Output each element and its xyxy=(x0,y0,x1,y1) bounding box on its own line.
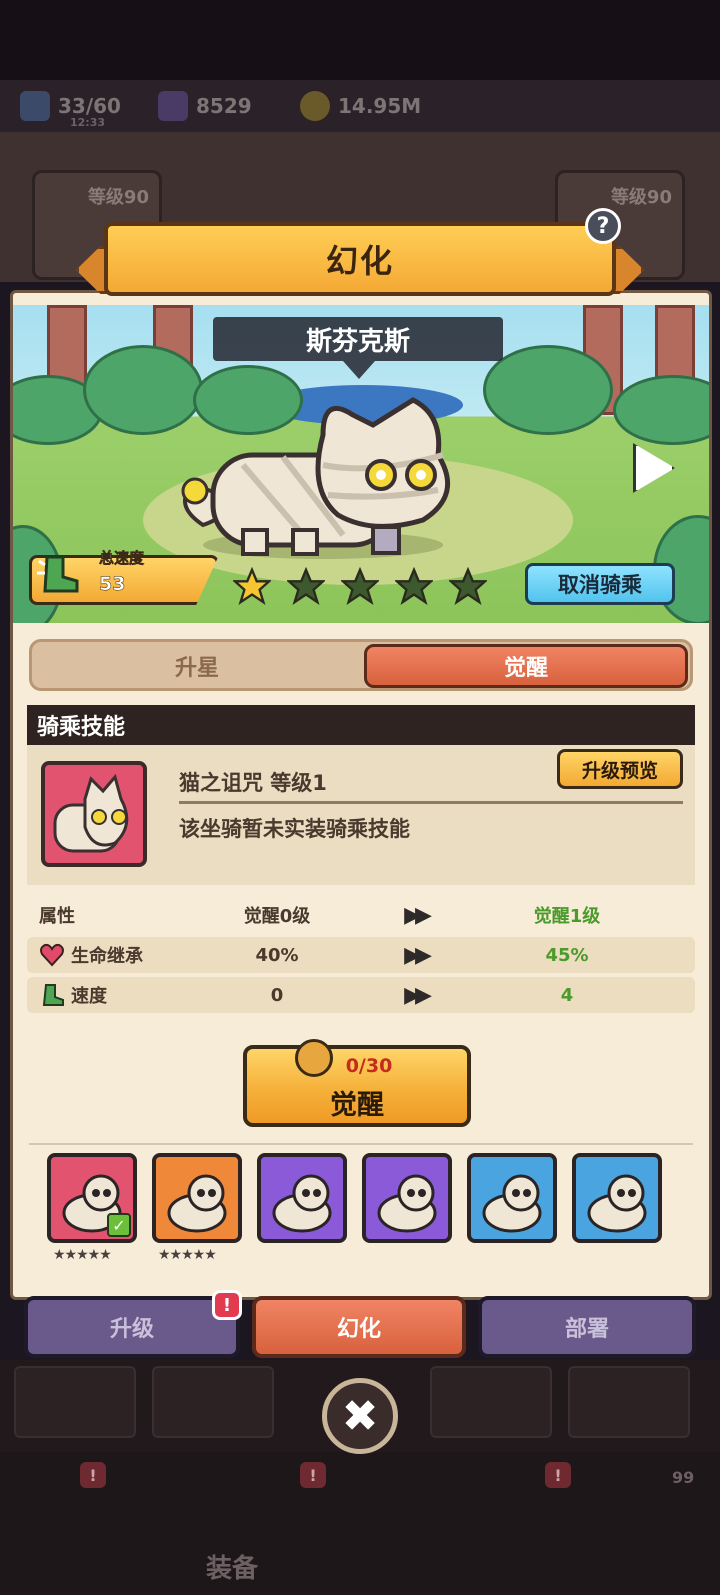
skill-name: 猫之诅咒 等级1 xyxy=(179,771,327,795)
attr-col-next: 觉醒1级 xyxy=(533,906,601,927)
divider xyxy=(179,801,683,804)
nav-badge: ! xyxy=(300,1462,326,1488)
name-tag-pointer xyxy=(343,361,375,379)
mount-slot-pelican[interactable] xyxy=(257,1153,347,1243)
nav-badge: ! xyxy=(80,1462,106,1488)
attr-name: 速度 xyxy=(71,986,107,1007)
background-slot xyxy=(14,1366,136,1438)
mount-preview-scene: 斯芬克斯 总速度 53 取消骑乘 xyxy=(13,305,709,623)
awaken-cost: 0/30 xyxy=(345,1055,393,1077)
title-plate: 幻化 xyxy=(104,222,616,296)
attr-name-cell: 速度 xyxy=(39,982,107,1008)
star-empty-icon xyxy=(287,567,325,605)
resource-bar: 33/60 12:33 8529 14.95M xyxy=(0,80,720,132)
next-mount-arrow-icon[interactable] xyxy=(633,443,675,493)
star-empty-icon xyxy=(395,567,433,605)
coin-value: 14.95M xyxy=(338,94,422,118)
nav-equipment-label: 装备 xyxy=(206,1554,259,1584)
background-slot xyxy=(568,1366,690,1438)
star-filled-icon xyxy=(233,567,271,605)
card-level: 等级90 xyxy=(610,187,672,208)
awaken-label: 觉醒 xyxy=(330,1090,384,1121)
gem-icon xyxy=(158,91,188,121)
help-button[interactable]: ? xyxy=(585,208,621,244)
double-arrow-icon: ▶▶ xyxy=(404,982,432,1008)
skill-description: 该坐骑暂未实装骑乘技能 xyxy=(179,817,410,841)
energy-counter: 33/60 12:33 xyxy=(20,90,121,129)
total-speed-value: 53 xyxy=(99,573,126,596)
star-empty-icon xyxy=(341,567,379,605)
mount-star-rating: ★★★★★ xyxy=(53,1247,112,1263)
selected-check-icon: ✓ xyxy=(107,1213,131,1237)
tab-star-up[interactable]: 升星 xyxy=(38,646,356,686)
tab-upgrade[interactable]: 升级 xyxy=(24,1296,240,1358)
bush xyxy=(613,375,709,445)
awaken-button[interactable]: 0/30 觉醒 xyxy=(243,1039,471,1127)
attribute-row: 生命继承 40% ▶▶ 45% xyxy=(27,937,695,973)
title-banner: 幻化 xyxy=(76,222,644,302)
pink-axolotl-icon xyxy=(482,1174,542,1233)
attribute-header-row: 属性 觉醒0级 ▶▶ 觉醒1级 xyxy=(27,897,695,933)
gem-counter: 8529 xyxy=(158,90,252,122)
mount-slot-pink-axolotl[interactable] xyxy=(467,1153,557,1243)
attr-next: 45% xyxy=(545,944,589,966)
attr-current: 0 xyxy=(270,984,284,1006)
cancel-ride-button[interactable]: 取消骑乘 xyxy=(525,563,675,605)
energy-icon xyxy=(20,91,50,121)
divider xyxy=(29,1143,693,1145)
mount-slot-seal[interactable] xyxy=(362,1153,452,1243)
attr-name: 生命继承 xyxy=(71,946,143,967)
skill-icon xyxy=(41,761,147,867)
attr-col-name: 属性 xyxy=(39,906,75,927)
mount-slot-mummy-cat[interactable]: ✓ xyxy=(47,1153,137,1243)
star-rating xyxy=(233,567,487,605)
modal-title: 幻化 xyxy=(325,242,394,280)
nav-badge: ! xyxy=(545,1462,571,1488)
star-empty-icon xyxy=(449,567,487,605)
boot-icon xyxy=(37,555,79,593)
attr-name-cell: 生命继承 xyxy=(39,942,143,968)
transform-modal: 斯芬克斯 总速度 53 取消骑乘 升星 觉醒 骑乘技能 猫之诅咒 等级1 该坐骑… xyxy=(10,290,712,1300)
screen: 33/60 12:33 8529 14.95M 等级90 等级90 ! ! ! … xyxy=(0,0,720,1595)
notification-badge: ! xyxy=(212,1290,242,1320)
turtle-icon xyxy=(587,1174,647,1233)
upgrade-preview-button[interactable]: 升级预览 xyxy=(557,749,683,789)
energy-timer: 12:33 xyxy=(70,116,106,129)
tab-bar: 升星 觉醒 xyxy=(29,639,693,691)
close-button[interactable]: ✖ xyxy=(322,1378,398,1454)
tab-deploy[interactable]: 部署 xyxy=(478,1296,696,1358)
double-arrow-icon: ▶▶ xyxy=(404,902,432,928)
total-speed-label: 总速度 xyxy=(99,549,145,568)
coin-icon xyxy=(300,91,330,121)
attr-next: 4 xyxy=(560,984,574,1006)
nav-count: 99 xyxy=(672,1468,695,1487)
mount-slot-turtle[interactable] xyxy=(572,1153,662,1243)
ride-skill-header: 骑乘技能 xyxy=(27,705,695,745)
attr-col-current: 觉醒0级 xyxy=(243,906,311,927)
mount-slot-zebra[interactable] xyxy=(152,1153,242,1243)
mount-star-rating: ★★★★★ xyxy=(158,1247,217,1263)
coin-counter: 14.95M xyxy=(300,90,421,122)
mummy-cat-sprite xyxy=(181,397,451,559)
pelican-icon xyxy=(272,1174,332,1233)
ride-skill-panel: 猫之诅咒 等级1 该坐骑暂未实装骑乘技能 升级预览 xyxy=(27,745,695,885)
gem-value: 8529 xyxy=(196,94,252,118)
double-arrow-icon: ▶▶ xyxy=(404,942,432,968)
background-slot xyxy=(152,1366,274,1438)
boot-icon xyxy=(42,984,64,1006)
energy-value: 33/60 xyxy=(58,94,121,118)
mount-name: 斯芬克斯 xyxy=(213,317,503,361)
attr-current: 40% xyxy=(255,944,299,966)
seal-icon xyxy=(377,1174,437,1233)
zebra-icon xyxy=(167,1174,227,1233)
background-slot xyxy=(430,1366,552,1438)
status-area xyxy=(0,0,720,80)
attribute-row: 速度 0 ▶▶ 4 xyxy=(27,977,695,1013)
card-level: 等级90 xyxy=(87,187,149,208)
tab-awaken[interactable]: 觉醒 xyxy=(364,644,688,688)
heart-icon xyxy=(40,943,64,967)
tab-transform[interactable]: 幻化 xyxy=(252,1296,466,1358)
bottom-nav xyxy=(0,1452,720,1595)
